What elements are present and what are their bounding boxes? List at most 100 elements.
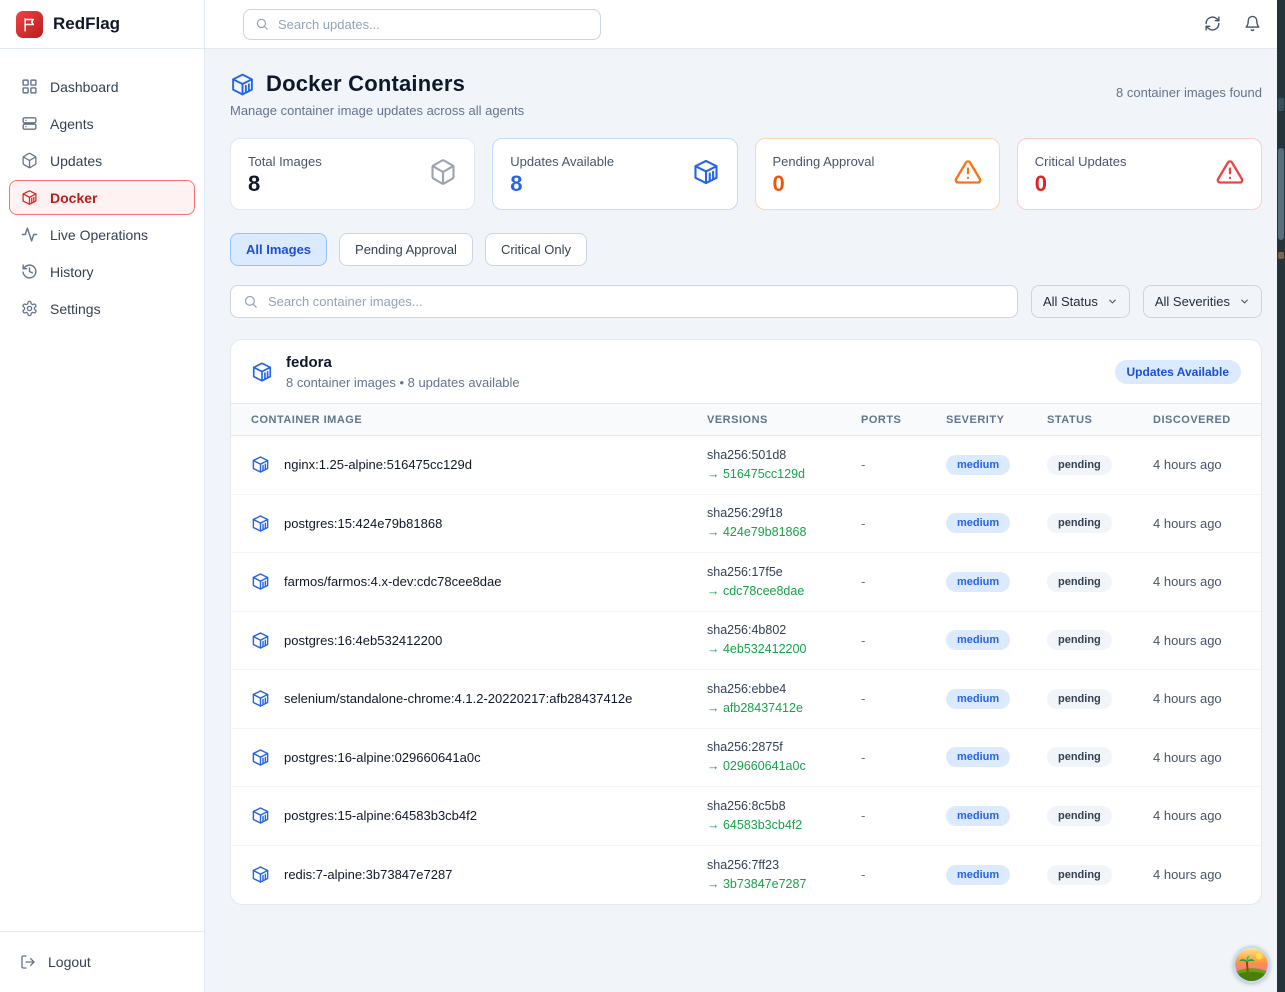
ports-cell: - bbox=[861, 867, 946, 882]
discovered-cell: 4 hours ago bbox=[1153, 516, 1241, 531]
discovered-cell: 4 hours ago bbox=[1153, 867, 1241, 882]
table-header-row: CONTAINER IMAGE VERSIONS PORTS SEVERITY … bbox=[231, 403, 1261, 436]
container-image-name: postgres:16:4eb532412200 bbox=[284, 633, 442, 648]
current-version: sha256:ebbe4 bbox=[707, 681, 861, 698]
versions-cell: sha256:8c5b8 → 64583b3cb4f2 bbox=[707, 798, 861, 834]
current-version: sha256:29f18 bbox=[707, 505, 861, 522]
global-search[interactable] bbox=[243, 9, 601, 40]
sidebar-item-history[interactable]: History bbox=[9, 254, 195, 289]
table-row[interactable]: postgres:16-alpine:029660641a0c sha256:2… bbox=[231, 729, 1261, 788]
page-header: Docker Containers Manage container image… bbox=[230, 71, 1262, 118]
docker-cube-icon bbox=[251, 631, 270, 650]
notifications-button[interactable] bbox=[1243, 15, 1261, 33]
refresh-button[interactable] bbox=[1203, 15, 1221, 33]
table-body: nginx:1.25-alpine:516475cc129d sha256:50… bbox=[231, 436, 1261, 904]
severity-badge: medium bbox=[946, 865, 1010, 885]
table-row[interactable]: selenium/standalone-chrome:4.1.2-2022021… bbox=[231, 670, 1261, 729]
island-badge-button[interactable] bbox=[1233, 946, 1270, 983]
global-search-input[interactable] bbox=[278, 17, 589, 32]
versions-cell: sha256:29f18 → 424e79b81868 bbox=[707, 505, 861, 541]
scrollbar-mark bbox=[1278, 98, 1284, 111]
new-version: → 029660641a0c bbox=[707, 758, 861, 775]
column-header: STATUS bbox=[1047, 414, 1153, 426]
container-image-name: postgres:15-alpine:64583b3cb4f2 bbox=[284, 808, 477, 823]
severity-select-value: All Severities bbox=[1155, 294, 1230, 309]
table-row[interactable]: redis:7-alpine:3b73847e7287 sha256:7ff23… bbox=[231, 846, 1261, 905]
new-version: → 3b73847e7287 bbox=[707, 876, 861, 893]
table-row[interactable]: farmos/farmos:4.x-dev:cdc78cee8dae sha25… bbox=[231, 553, 1261, 612]
scrollbar-thumb[interactable] bbox=[1278, 148, 1284, 240]
container-image-name: selenium/standalone-chrome:4.1.2-2022021… bbox=[284, 691, 632, 706]
new-version: → 424e79b81868 bbox=[707, 524, 861, 541]
docker-cube-icon bbox=[21, 189, 38, 206]
discovered-cell: 4 hours ago bbox=[1153, 633, 1241, 648]
column-header: PORTS bbox=[861, 414, 946, 426]
severity-badge: medium bbox=[946, 747, 1010, 767]
container-search-input[interactable] bbox=[268, 294, 1005, 309]
sidebar-item-label: Live Operations bbox=[50, 227, 148, 243]
severity-select[interactable]: All Severities bbox=[1143, 285, 1262, 318]
status-select[interactable]: All Status bbox=[1031, 285, 1130, 318]
discovered-cell: 4 hours ago bbox=[1153, 808, 1241, 823]
sidebar-item-docker[interactable]: Docker bbox=[9, 180, 195, 215]
page-subtitle: Manage container image updates across al… bbox=[230, 103, 524, 118]
table-row[interactable]: postgres:15:424e79b81868 sha256:29f18 → … bbox=[231, 495, 1261, 554]
container-image-cell: postgres:16:4eb532412200 bbox=[251, 631, 707, 650]
stat-value: 8 bbox=[510, 173, 614, 195]
docker-cube-icon bbox=[251, 455, 270, 474]
results-count: 8 container images found bbox=[1116, 71, 1262, 100]
severity-badge: medium bbox=[946, 455, 1010, 475]
docker-cube-icon bbox=[251, 748, 270, 767]
container-image-cell: nginx:1.25-alpine:516475cc129d bbox=[251, 455, 707, 474]
versions-cell: sha256:2875f → 029660641a0c bbox=[707, 739, 861, 775]
container-image-name: nginx:1.25-alpine:516475cc129d bbox=[284, 457, 472, 472]
status-badge: pending bbox=[1047, 513, 1112, 533]
gear-icon bbox=[21, 300, 38, 317]
container-search[interactable] bbox=[230, 285, 1018, 318]
sidebar-item-label: Settings bbox=[50, 301, 101, 317]
server-icon bbox=[21, 115, 38, 132]
tab-all-images[interactable]: All Images bbox=[230, 233, 327, 266]
new-version: → 516475cc129d bbox=[707, 466, 861, 483]
ports-cell: - bbox=[861, 808, 946, 823]
table-row[interactable]: postgres:16:4eb532412200 sha256:4b802 → … bbox=[231, 612, 1261, 671]
ports-cell: - bbox=[861, 574, 946, 589]
tropical-island-icon bbox=[1235, 948, 1268, 981]
status-badge: pending bbox=[1047, 806, 1112, 826]
stat-value: 8 bbox=[248, 173, 322, 195]
sidebar-item-live-operations[interactable]: Live Operations bbox=[9, 217, 195, 252]
tab-pending-approval[interactable]: Pending Approval bbox=[339, 233, 473, 266]
tab-critical-only[interactable]: Critical Only bbox=[485, 233, 587, 266]
column-header: CONTAINER IMAGE bbox=[251, 414, 707, 426]
docker-cube-icon bbox=[692, 158, 720, 191]
sidebar-footer: Logout bbox=[0, 931, 204, 992]
docker-cube-icon bbox=[251, 572, 270, 591]
versions-cell: sha256:501d8 → 516475cc129d bbox=[707, 447, 861, 483]
filter-tabs: All Images Pending Approval Critical Onl… bbox=[230, 233, 1262, 266]
sidebar-item-settings[interactable]: Settings bbox=[9, 291, 195, 326]
table-row[interactable]: postgres:15-alpine:64583b3cb4f2 sha256:8… bbox=[231, 787, 1261, 846]
current-version: sha256:2875f bbox=[707, 739, 861, 756]
package-icon bbox=[429, 158, 457, 191]
search-icon bbox=[255, 17, 269, 31]
sidebar-item-updates[interactable]: Updates bbox=[9, 143, 195, 178]
ports-cell: - bbox=[861, 633, 946, 648]
main-area: Docker Containers Manage container image… bbox=[205, 0, 1285, 992]
container-image-name: postgres:16-alpine:029660641a0c bbox=[284, 750, 481, 765]
ports-cell: - bbox=[861, 691, 946, 706]
group-meta: 8 container images • 8 updates available bbox=[286, 375, 520, 390]
logout-button[interactable]: Logout bbox=[9, 946, 195, 978]
container-image-name: postgres:15:424e79b81868 bbox=[284, 516, 442, 531]
chevron-down-icon bbox=[1107, 296, 1118, 307]
refresh-icon bbox=[1204, 15, 1221, 32]
current-version: sha256:4b802 bbox=[707, 622, 861, 639]
stat-card-critical-updates: Critical Updates 0 bbox=[1017, 138, 1262, 210]
sidebar-item-agents[interactable]: Agents bbox=[9, 106, 195, 141]
scrollbar-mark bbox=[1278, 252, 1284, 259]
sidebar-item-dashboard[interactable]: Dashboard bbox=[9, 69, 195, 104]
table-row[interactable]: nginx:1.25-alpine:516475cc129d sha256:50… bbox=[231, 436, 1261, 495]
container-image-cell: redis:7-alpine:3b73847e7287 bbox=[251, 865, 707, 884]
scrollbar[interactable] bbox=[1277, 0, 1285, 992]
container-image-cell: postgres:15:424e79b81868 bbox=[251, 514, 707, 533]
stat-value: 0 bbox=[773, 173, 875, 195]
